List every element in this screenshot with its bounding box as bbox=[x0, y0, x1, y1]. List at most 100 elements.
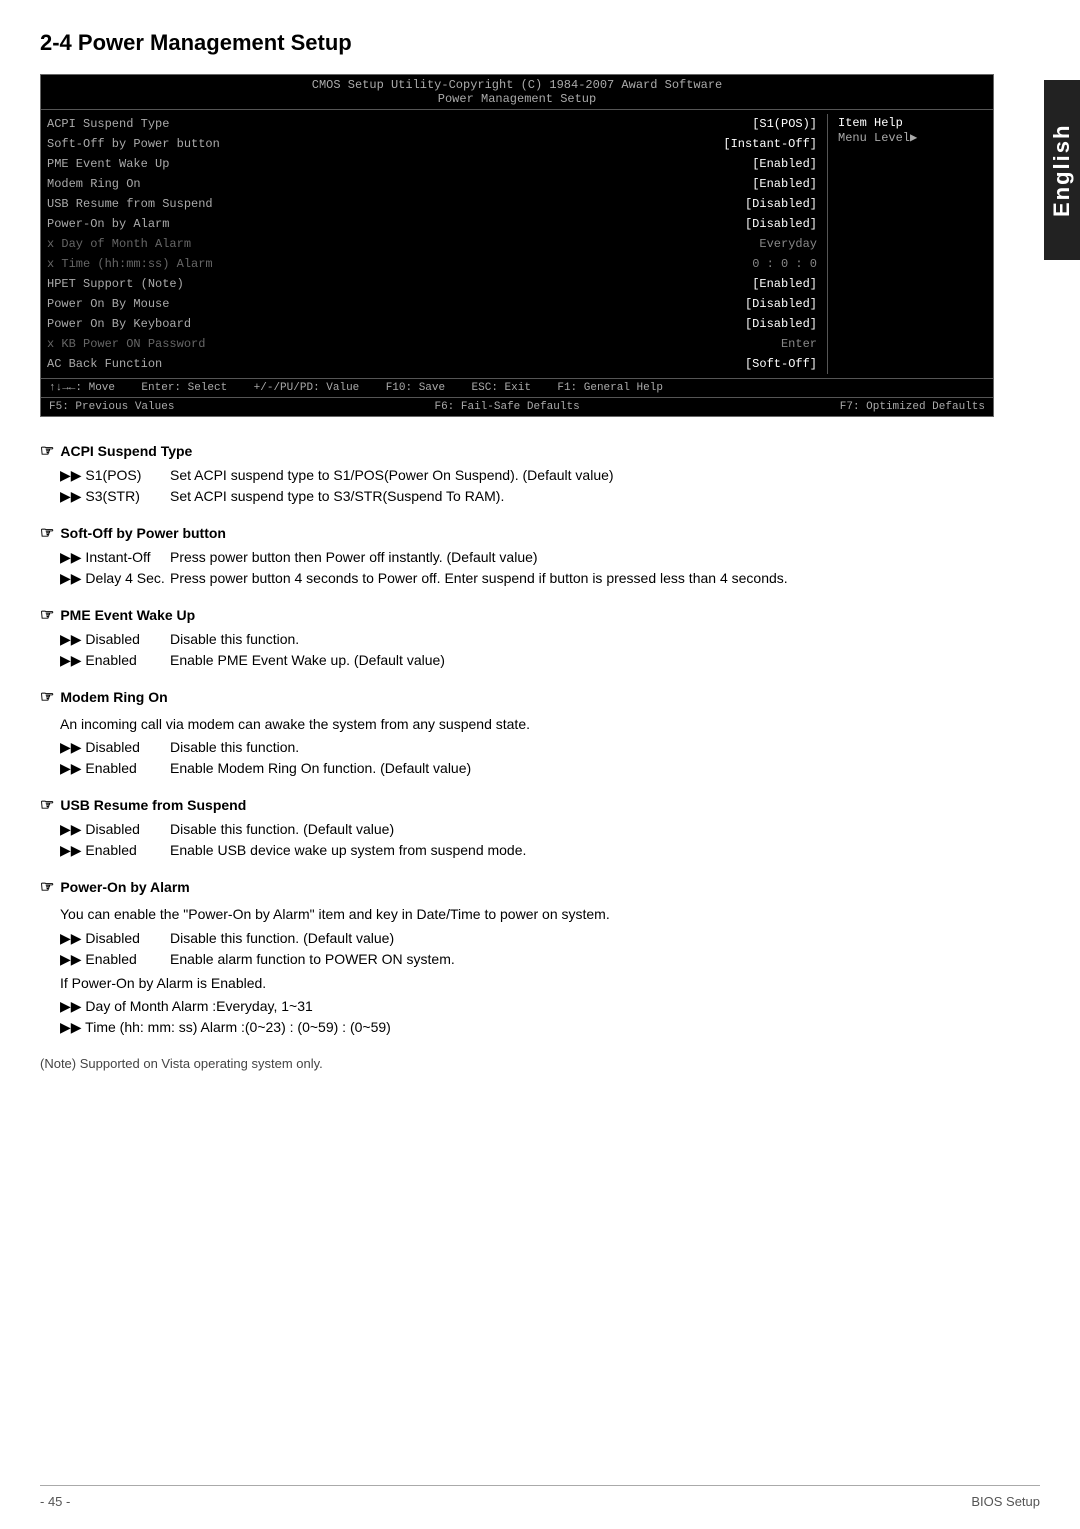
arrow-icon-power-on-alarm: ☞ bbox=[40, 877, 54, 897]
bullet-key: ▶▶ Instant-Off bbox=[60, 549, 170, 566]
bullet-desc: Enable USB device wake up system from su… bbox=[170, 842, 994, 859]
bullet-desc: Press power button then Power off instan… bbox=[170, 549, 994, 566]
arrow-icon-pme-event: ☞ bbox=[40, 605, 54, 625]
sub-bullet-desc: Everyday, 1~31 bbox=[216, 998, 994, 1015]
bios-header-line2: Power Management Setup bbox=[41, 92, 993, 106]
section-heading-pme-event: ☞ PME Event Wake Up bbox=[40, 605, 994, 625]
note-text: (Note) Supported on Vista operating syst… bbox=[40, 1056, 994, 1071]
plain-intro-power-on-alarm: You can enable the "Power-On by Alarm" i… bbox=[40, 903, 994, 925]
bullet-key: ▶▶ Delay 4 Sec. bbox=[60, 570, 170, 587]
sections-container: ☞ ACPI Suspend Type ▶▶ S1(POS)Set ACPI su… bbox=[40, 441, 994, 1036]
sub-bullet-desc: (0~23) : (0~59) : (0~59) bbox=[245, 1019, 994, 1036]
bullet-desc: Press power button 4 seconds to Power of… bbox=[170, 570, 994, 587]
bullet-key: ▶▶ S1(POS) bbox=[60, 467, 170, 484]
bios-row: x Day of Month AlarmEveryday bbox=[47, 234, 817, 254]
bullet-desc: Set ACPI suspend type to S1/POS(Power On… bbox=[170, 467, 994, 484]
section-power-on-alarm: ☞ Power-On by Alarm You can enable the "P… bbox=[40, 877, 994, 1036]
bullet-item-power-on-alarm-0: ▶▶ DisabledDisable this function. (Defau… bbox=[40, 930, 994, 947]
bullet-desc: Disable this function. bbox=[170, 631, 994, 648]
bios-row: Power-On by Alarm[Disabled] bbox=[47, 214, 817, 234]
bios-footer-row2: F5: Previous Values F6: Fail-Safe Defaul… bbox=[41, 397, 993, 416]
section-pme-event: ☞ PME Event Wake Up ▶▶ DisabledDisable th… bbox=[40, 605, 994, 669]
bios-settings-list: ACPI Suspend Type[S1(POS)]Soft-Off by Po… bbox=[47, 114, 827, 374]
sub-bullet-key: ▶▶ Time (hh: mm: ss) Alarm : bbox=[60, 1019, 245, 1036]
bullet-key: ▶▶ Disabled bbox=[60, 739, 170, 756]
bios-screen: CMOS Setup Utility-Copyright (C) 1984-20… bbox=[40, 74, 994, 417]
sub-bullet-power-on-alarm-1: ▶▶ Time (hh: mm: ss) Alarm :(0~23) : (0~… bbox=[40, 1019, 994, 1036]
bullet-key: ▶▶ Enabled bbox=[60, 842, 170, 859]
bullet-key: ▶▶ Enabled bbox=[60, 760, 170, 777]
bios-row: HPET Support (Note)[Enabled] bbox=[47, 274, 817, 294]
section-soft-off-power: ☞ Soft-Off by Power button ▶▶ Instant-Off… bbox=[40, 523, 994, 587]
bullet-key: ▶▶ S3(STR) bbox=[60, 488, 170, 505]
bottom-bar: - 45 - BIOS Setup bbox=[40, 1485, 1040, 1509]
bullet-desc: Disable this function. (Default value) bbox=[170, 821, 994, 838]
arrow-icon-usb-resume: ☞ bbox=[40, 795, 54, 815]
section-heading-power-on-alarm: ☞ Power-On by Alarm bbox=[40, 877, 994, 897]
bullet-item-modem-ring-1: ▶▶ EnabledEnable Modem Ring On function.… bbox=[40, 760, 994, 777]
bullet-item-soft-off-power-0: ▶▶ Instant-OffPress power button then Po… bbox=[40, 549, 994, 566]
section-modem-ring: ☞ Modem Ring On An incoming call via mode… bbox=[40, 687, 994, 777]
bullet-item-soft-off-power-1: ▶▶ Delay 4 Sec.Press power button 4 seco… bbox=[40, 570, 994, 587]
arrow-icon-acpi-suspend-type: ☞ bbox=[40, 441, 54, 461]
bios-f10: F10: Save bbox=[386, 382, 445, 394]
bios-row: ACPI Suspend Type[S1(POS)] bbox=[47, 114, 817, 134]
bios-setup-label: BIOS Setup bbox=[971, 1494, 1040, 1509]
bullet-item-pme-event-1: ▶▶ EnabledEnable PME Event Wake up. (Def… bbox=[40, 652, 994, 669]
bios-header: CMOS Setup Utility-Copyright (C) 1984-20… bbox=[41, 75, 993, 110]
page-title: 2-4 Power Management Setup bbox=[40, 30, 994, 56]
bullet-desc: Set ACPI suspend type to S3/STR(Suspend … bbox=[170, 488, 994, 505]
bullet-desc: Enable alarm function to POWER ON system… bbox=[170, 951, 994, 968]
bullet-desc: Enable Modem Ring On function. (Default … bbox=[170, 760, 994, 777]
section-heading-modem-ring: ☞ Modem Ring On bbox=[40, 687, 994, 707]
bios-item-help: Item Help Menu Level▶ bbox=[827, 114, 987, 374]
bullet-item-usb-resume-0: ▶▶ DisabledDisable this function. (Defau… bbox=[40, 821, 994, 838]
bios-row: PME Event Wake Up[Enabled] bbox=[47, 154, 817, 174]
section-heading-soft-off-power: ☞ Soft-Off by Power button bbox=[40, 523, 994, 543]
section-usb-resume: ☞ USB Resume from Suspend ▶▶ DisabledDisa… bbox=[40, 795, 994, 859]
bios-row: Soft-Off by Power button[Instant-Off] bbox=[47, 134, 817, 154]
bios-footer: ↑↓→←: Move Enter: Select +/-/PU/PD: Valu… bbox=[41, 378, 993, 397]
side-tab-label: English bbox=[1049, 123, 1075, 216]
bios-row: Power On By Keyboard[Disabled] bbox=[47, 314, 817, 334]
menu-level-label: Menu Level▶ bbox=[838, 130, 987, 145]
page-number: - 45 - bbox=[40, 1494, 70, 1509]
bullet-key: ▶▶ Enabled bbox=[60, 652, 170, 669]
bullet-key: ▶▶ Disabled bbox=[60, 821, 170, 838]
bios-esc: ESC: Exit bbox=[472, 382, 531, 394]
plain-text-modem-ring: An incoming call via modem can awake the… bbox=[40, 713, 994, 735]
arrow-icon-soft-off-power: ☞ bbox=[40, 523, 54, 543]
bullet-key: ▶▶ Disabled bbox=[60, 631, 170, 648]
section-acpi-suspend-type: ☞ ACPI Suspend Type ▶▶ S1(POS)Set ACPI su… bbox=[40, 441, 994, 505]
bullet-item-modem-ring-0: ▶▶ DisabledDisable this function. bbox=[40, 739, 994, 756]
bullet-desc: Disable this function. bbox=[170, 739, 994, 756]
section-heading-acpi-suspend-type: ☞ ACPI Suspend Type bbox=[40, 441, 994, 461]
bios-f5: F5: Previous Values bbox=[49, 401, 174, 413]
bios-f6: F6: Fail-Safe Defaults bbox=[434, 401, 579, 413]
bullet-item-acpi-suspend-type-0: ▶▶ S1(POS)Set ACPI suspend type to S1/PO… bbox=[40, 467, 994, 484]
bullet-desc: Enable PME Event Wake up. (Default value… bbox=[170, 652, 994, 669]
bullet-item-power-on-alarm-1: ▶▶ EnabledEnable alarm function to POWER… bbox=[40, 951, 994, 968]
bios-f7: F7: Optimized Defaults bbox=[840, 401, 985, 413]
bios-body: ACPI Suspend Type[S1(POS)]Soft-Off by Po… bbox=[41, 110, 993, 378]
plain-if-power-on-alarm: If Power-On by Alarm is Enabled. bbox=[40, 972, 994, 994]
bios-row: Modem Ring On[Enabled] bbox=[47, 174, 817, 194]
sub-bullet-power-on-alarm-0: ▶▶ Day of Month Alarm :Everyday, 1~31 bbox=[40, 998, 994, 1015]
bullet-item-usb-resume-1: ▶▶ EnabledEnable USB device wake up syst… bbox=[40, 842, 994, 859]
item-help-label: Item Help bbox=[838, 114, 987, 130]
bullet-item-acpi-suspend-type-1: ▶▶ S3(STR)Set ACPI suspend type to S3/ST… bbox=[40, 488, 994, 505]
side-tab-english: English bbox=[1044, 80, 1080, 260]
bios-value: +/-/PU/PD: Value bbox=[254, 382, 360, 394]
arrow-icon-modem-ring: ☞ bbox=[40, 687, 54, 707]
bios-row: Power On By Mouse[Disabled] bbox=[47, 294, 817, 314]
bios-move: ↑↓→←: Move bbox=[49, 382, 115, 394]
bios-row: x Time (hh:mm:ss) Alarm0 : 0 : 0 bbox=[47, 254, 817, 274]
bios-header-line1: CMOS Setup Utility-Copyright (C) 1984-20… bbox=[41, 78, 993, 92]
bullet-key: ▶▶ Enabled bbox=[60, 951, 170, 968]
bios-enter: Enter: Select bbox=[141, 382, 227, 394]
bullet-key: ▶▶ Disabled bbox=[60, 930, 170, 947]
sub-bullet-key: ▶▶ Day of Month Alarm : bbox=[60, 998, 216, 1015]
bios-row: USB Resume from Suspend[Disabled] bbox=[47, 194, 817, 214]
section-heading-usb-resume: ☞ USB Resume from Suspend bbox=[40, 795, 994, 815]
bios-row: x KB Power ON PasswordEnter bbox=[47, 334, 817, 354]
